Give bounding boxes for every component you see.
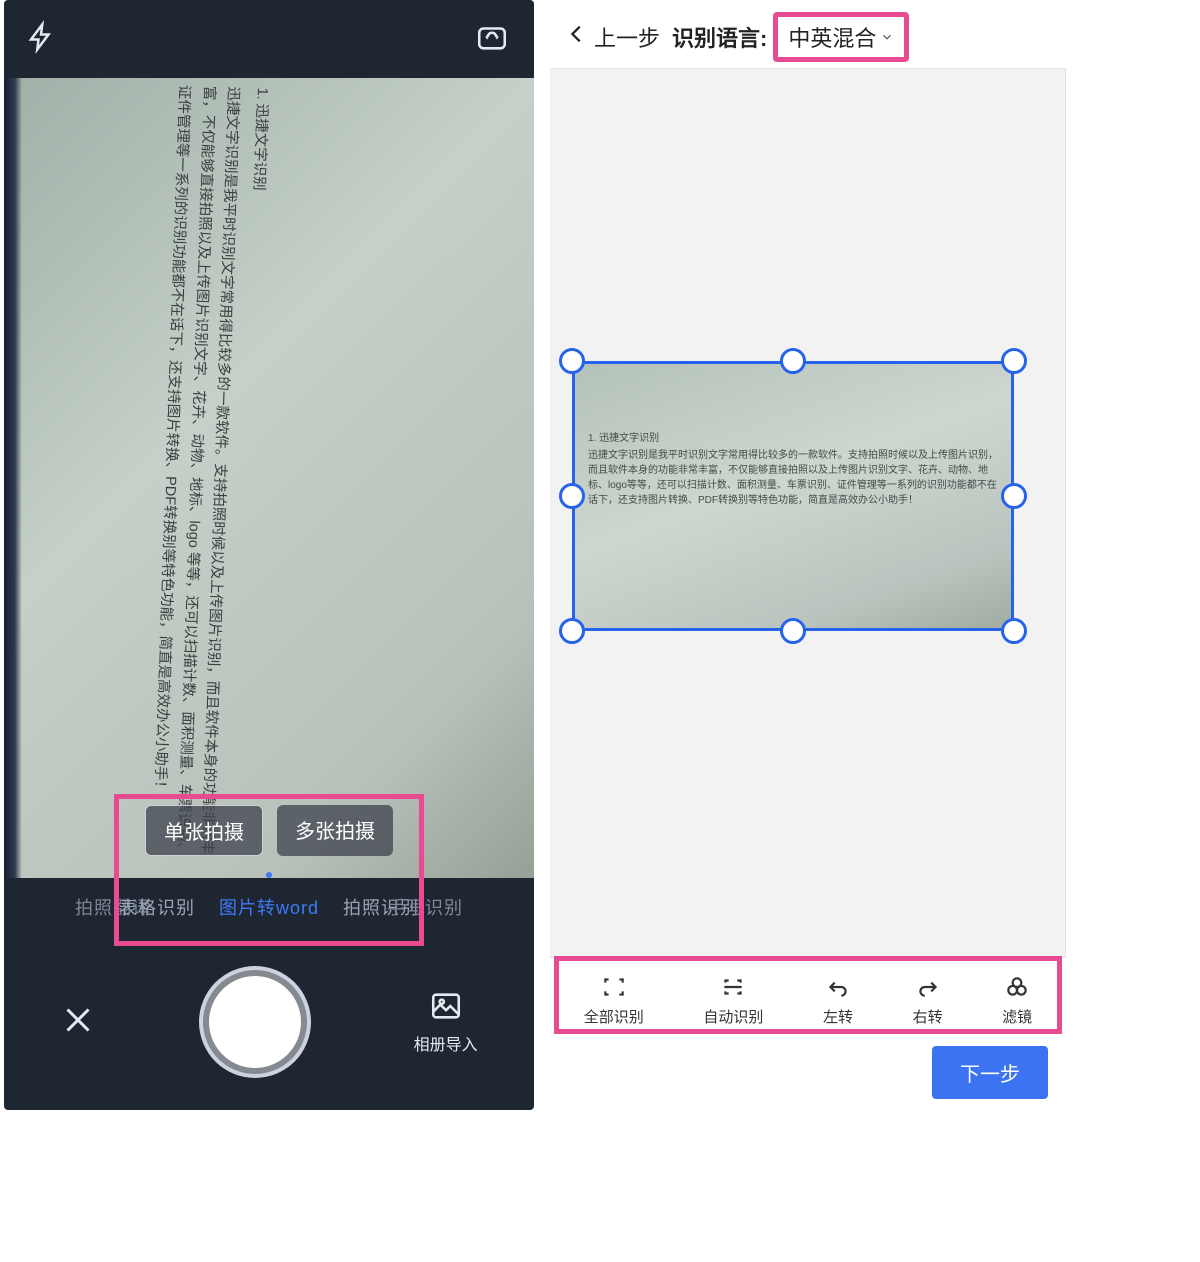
crop-handle-bl[interactable] (559, 618, 585, 644)
crop-toolbar: 全部识别 自动识别 左转 右转 滤镜 (550, 964, 1066, 1037)
crop-handle-r[interactable] (1001, 483, 1027, 509)
tool-filter[interactable]: 滤镜 (1002, 974, 1032, 1027)
flash-icon[interactable] (26, 20, 56, 59)
shot-count-toggle: 单张拍摄 多张拍摄 (145, 805, 393, 856)
camera-controls: 相册导入 (4, 934, 534, 1110)
mode-handwriting-ocr[interactable]: 手写识别 (387, 894, 463, 920)
close-icon[interactable] (60, 1002, 96, 1043)
mode-strip[interactable]: 拍照翻译 表格识别 图片转word 拍照识别 手写识别 (4, 880, 534, 926)
mode-indicator-dot (266, 872, 272, 878)
crop-stage: 1. 迅捷文字识别 迅捷文字识别是我平时识别文字常用得比较多的一款软件。支持拍照… (550, 68, 1066, 958)
language-label: 识别语言: (672, 21, 767, 53)
camera-topbar (4, 0, 534, 78)
multi-shot-button[interactable]: 多张拍摄 (277, 805, 393, 856)
crop-bounds[interactable] (572, 361, 1014, 631)
chevron-down-icon (880, 30, 894, 44)
mode-table-ocr[interactable]: 表格识别 (119, 894, 195, 920)
crop-handle-t[interactable] (780, 348, 806, 374)
gallery-import-button[interactable]: 相册导入 (414, 989, 478, 1055)
tool-full-recognize[interactable]: 全部识别 (584, 974, 644, 1027)
captured-document-text: 1. 迅捷文字识别 迅捷文字识别是我平时识别文字常用得比较多的一款软件。支持拍照… (144, 84, 274, 867)
switch-camera-icon[interactable] (472, 20, 512, 59)
tool-rotate-right[interactable]: 右转 (913, 974, 943, 1027)
camera-viewfinder: 1. 迅捷文字识别 迅捷文字识别是我平时识别文字常用得比较多的一款软件。支持拍照… (4, 78, 534, 878)
camera-screen: 1. 迅捷文字识别 迅捷文字识别是我平时识别文字常用得比较多的一款软件。支持拍照… (4, 0, 534, 1110)
back-icon[interactable] (560, 23, 594, 51)
crop-handle-tl[interactable] (559, 348, 585, 374)
single-shot-button[interactable]: 单张拍摄 (145, 805, 263, 856)
crop-header: 上一步 识别语言: 中英混合 (550, 6, 1066, 68)
shutter-button[interactable] (209, 976, 301, 1068)
crop-handle-b[interactable] (780, 618, 806, 644)
tool-rotate-left[interactable]: 左转 (823, 974, 853, 1027)
crop-handle-br[interactable] (1001, 618, 1027, 644)
mode-image-to-word[interactable]: 图片转word (219, 894, 319, 920)
back-label[interactable]: 上一步 (594, 21, 660, 53)
crop-handle-l[interactable] (559, 483, 585, 509)
crop-frame[interactable]: 1. 迅捷文字识别 迅捷文字识别是我平时识别文字常用得比较多的一款软件。支持拍照… (560, 349, 1026, 643)
next-button[interactable]: 下一步 (932, 1046, 1048, 1099)
tool-auto-recognize[interactable]: 自动识别 (703, 974, 763, 1027)
language-dropdown[interactable]: 中英混合 (773, 12, 909, 62)
crop-handle-tr[interactable] (1001, 348, 1027, 374)
crop-screen: 上一步 识别语言: 中英混合 1. 迅捷文字识别 迅捷文字识别是我平时识别文字常… (550, 6, 1066, 1108)
